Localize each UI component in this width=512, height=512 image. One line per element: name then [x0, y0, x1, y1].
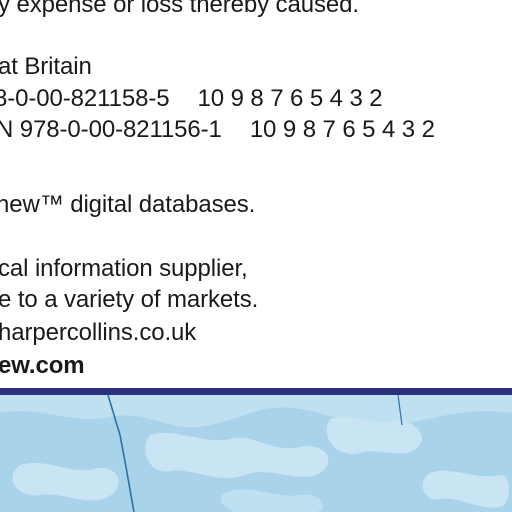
isbn-1: 8-0-00-821158-5	[0, 85, 170, 112]
markets-line: e to a variety of markets.	[0, 286, 259, 313]
printed-in-line: at Britain	[0, 53, 92, 80]
databases-line: new™ digital databases.	[0, 191, 256, 218]
map-graphic	[0, 395, 512, 512]
disclaimer-line: y expense or loss thereby caused.	[0, 0, 359, 18]
divider-rule	[0, 388, 512, 395]
isbn-line-2: N 978-0-00-821156-1 10 9 8 7 6 5 4 3 2	[0, 115, 435, 145]
print-line-1: 10 9 8 7 6 5 4 3 2	[197, 85, 383, 112]
isbn-line-1: 8-0-00-821158-5 10 9 8 7 6 5 4 3 2	[0, 84, 383, 114]
print-line-2: 10 9 8 7 6 5 4 3 2	[249, 116, 435, 143]
website-link-bold[interactable]: ew.com	[0, 351, 85, 381]
map-image	[0, 395, 512, 512]
copyright-page: y expense or loss thereby caused. at Bri…	[0, 0, 512, 392]
website-link[interactable]: harpercollins.co.uk	[0, 318, 196, 348]
supplier-line: cal information supplier,	[0, 255, 248, 282]
isbn-2: N 978-0-00-821156-1	[0, 116, 222, 143]
